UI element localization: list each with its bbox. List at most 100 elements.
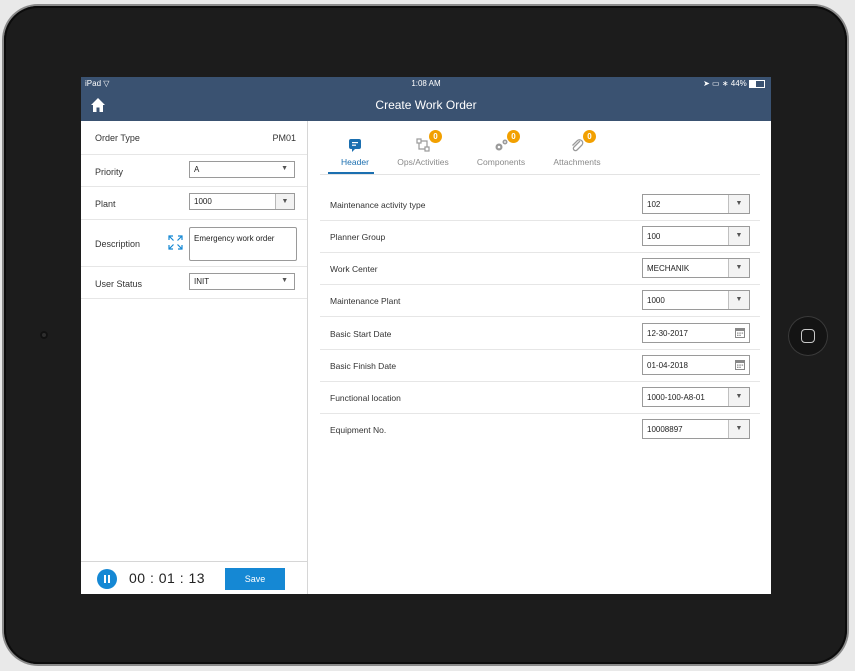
priority-row: Priority A ▼ (81, 155, 307, 187)
chevron-down-icon: ▼ (728, 259, 749, 277)
maintenance-plant-row: Maintenance Plant 1000 ▼ (320, 284, 760, 317)
status-bar: iPad ▽ 1:08 AM ➤ ▭ ∗ 44% (81, 77, 771, 90)
battery-percent: 44% (730, 79, 747, 88)
status-time: 1:08 AM (411, 79, 441, 88)
functional-location-row: Functional location 1000-100-A8-01 ▼ (320, 381, 760, 414)
field-value: 12-30-2017 (647, 329, 688, 338)
expand-icon[interactable] (168, 235, 183, 250)
order-type-label: Order Type (95, 133, 140, 143)
ops-badge: 0 (429, 130, 442, 143)
field-label: Maintenance Plant (330, 296, 401, 306)
tab-label: Components (476, 157, 526, 167)
chevron-down-icon: ▼ (728, 195, 749, 213)
basic-finish-date-row: Basic Finish Date 01-04-2018 (320, 349, 760, 382)
save-button[interactable]: Save (225, 568, 285, 590)
left-panel: Order Type PM01 Priority A ▼ Plant 1000 ▼ … (81, 121, 308, 594)
field-label: Equipment No. (330, 425, 387, 435)
calendar-icon (735, 328, 745, 338)
field-label: Functional location (330, 393, 401, 403)
chevron-down-icon: ▼ (728, 420, 749, 438)
field-value: 01-04-2018 (647, 361, 688, 370)
camera (40, 331, 48, 339)
field-value: 102 (647, 200, 661, 209)
field-label: Planner Group (330, 232, 386, 242)
tab-attachments[interactable]: 0 Attachments (542, 121, 612, 174)
chevron-down-icon: ▼ (728, 227, 749, 245)
pause-icon-bar (108, 575, 110, 583)
functional-location-select[interactable]: 1000-100-A8-01 ▼ (642, 387, 750, 407)
user-status-row: User Status INIT ▼ (81, 267, 307, 299)
nav-bar: Create Work Order (81, 90, 771, 121)
chevron-down-icon: ▼ (728, 291, 749, 309)
tab-components[interactable]: 0 Components (466, 121, 536, 174)
field-label: Basic Start Date (330, 329, 392, 339)
order-type-row: Order Type PM01 (81, 121, 307, 155)
tab-header[interactable]: Header (320, 121, 390, 174)
chevron-down-icon: ▼ (275, 194, 294, 209)
work-center-select[interactable]: MECHANIK ▼ (642, 258, 750, 278)
gears-icon (495, 139, 508, 151)
equipment-no-select[interactable]: 10008897 ▼ (642, 419, 750, 439)
planner-group-row: Planner Group 100 ▼ (320, 220, 760, 253)
paperclip-icon (572, 139, 584, 152)
home-button-icon (801, 329, 815, 343)
field-value: 100 (647, 232, 661, 241)
screen: iPad ▽ 1:08 AM ➤ ▭ ∗ 44% Create Work Ord… (81, 77, 771, 594)
description-field[interactable]: Emergency work order (189, 227, 297, 261)
user-status-value: INIT (194, 277, 210, 286)
field-value: 1000-100-A8-01 (647, 393, 705, 402)
right-panel: Header 0 Ops/Activities 0 Components 0 A… (308, 121, 771, 594)
tab-label: Header (341, 157, 369, 167)
plant-label: Plant (95, 199, 116, 209)
description-label: Description (95, 239, 141, 249)
order-type-value: PM01 (272, 133, 296, 143)
field-value: 10008897 (647, 425, 683, 434)
work-center-row: Work Center MECHANIK ▼ (320, 252, 760, 285)
status-right: ➤ ▭ ∗ 44% (703, 79, 765, 88)
user-status-label: User Status (95, 279, 143, 289)
priority-select[interactable]: A ▼ (189, 161, 295, 178)
maintenance-activity-type-row: Maintenance activity type 102 ▼ (320, 188, 760, 221)
maintenance-plant-select[interactable]: 1000 ▼ (642, 290, 750, 310)
user-status-select[interactable]: INIT ▼ (189, 273, 295, 290)
field-label: Basic Finish Date (330, 361, 397, 371)
page-title: Create Work Order (375, 98, 477, 112)
chevron-down-icon: ▼ (281, 165, 288, 172)
bluetooth-icon: ∗ (721, 79, 729, 88)
field-label: Work Center (330, 264, 378, 274)
location-icon: ➤ (703, 79, 710, 88)
plant-value: 1000 (194, 197, 212, 206)
battery-icon (749, 79, 765, 88)
planner-group-select[interactable]: 100 ▼ (642, 226, 750, 246)
priority-value: A (194, 165, 200, 174)
field-value: MECHANIK (647, 264, 690, 273)
tab-label: Attachments (553, 157, 601, 167)
tab-bar: Header 0 Ops/Activities 0 Components 0 A… (320, 121, 760, 175)
field-value: 1000 (647, 296, 665, 305)
basic-start-date-input[interactable]: 12-30-2017 (642, 323, 750, 343)
components-badge: 0 (507, 130, 520, 143)
field-label: Maintenance activity type (330, 200, 426, 210)
timer-footer: 00 : 01 : 13 Save (81, 561, 307, 594)
chevron-down-icon: ▼ (728, 388, 749, 406)
pause-button[interactable] (97, 569, 117, 589)
basic-start-date-row: Basic Start Date 12-30-2017 (320, 317, 760, 350)
active-tab-underline (328, 172, 374, 174)
plant-row: Plant 1000 ▼ (81, 187, 307, 220)
priority-label: Priority (95, 167, 124, 177)
equipment-no-row: Equipment No. 10008897 ▼ (320, 413, 760, 445)
timer-display: 00 : 01 : 13 (129, 570, 206, 586)
operations-icon (416, 138, 430, 152)
plant-select[interactable]: 1000 ▼ (189, 193, 295, 210)
tab-ops-activities[interactable]: 0 Ops/Activities (388, 121, 458, 174)
basic-finish-date-input[interactable]: 01-04-2018 (642, 355, 750, 375)
tab-label: Ops/Activities (397, 157, 449, 167)
maintenance-activity-type-select[interactable]: 102 ▼ (642, 194, 750, 214)
screen-mirror-icon: ▭ (712, 79, 720, 88)
header-icon (349, 139, 361, 152)
home-hardware-button[interactable] (788, 316, 828, 356)
pause-icon (104, 575, 106, 583)
chevron-down-icon: ▼ (281, 277, 288, 284)
attachments-badge: 0 (583, 130, 596, 143)
calendar-icon (735, 360, 745, 370)
